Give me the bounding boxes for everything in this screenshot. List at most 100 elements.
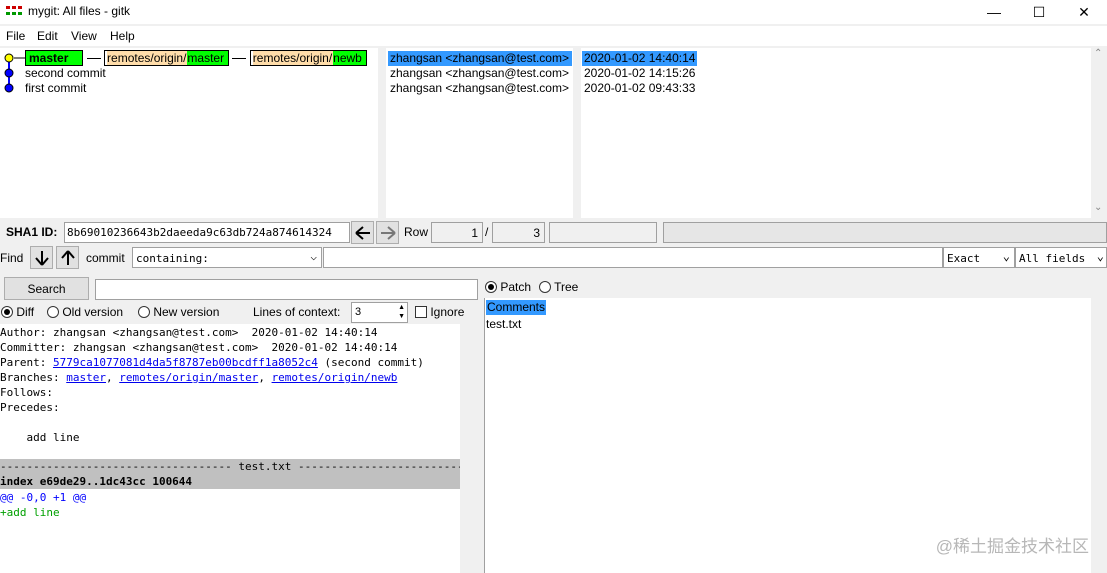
files-scrollbar[interactable] xyxy=(1091,298,1107,573)
close-button[interactable]: ✕ xyxy=(1061,0,1107,24)
new-version-label: New version xyxy=(153,305,220,319)
menu-edit[interactable]: Edit xyxy=(37,29,58,43)
status-field xyxy=(663,222,1107,243)
menu-view[interactable]: View xyxy=(71,29,97,43)
gitk-app-icon xyxy=(6,6,22,15)
scroll-up-icon[interactable]: ⌃ xyxy=(1094,48,1102,59)
commit-author-pane[interactable]: zhangsan <zhangsan@test.com> zhangsan <z… xyxy=(386,48,573,218)
branches-label: Branches: xyxy=(0,371,67,384)
date-cell[interactable]: 2020-01-02 14:15:26 xyxy=(584,66,695,81)
match-exact-select[interactable]: Exact ⌄ xyxy=(943,247,1015,268)
commit-row-selected[interactable]: master remotes/origin/master remotes/ori… xyxy=(25,50,397,66)
parent-line: Parent: 5779ca1077081d4da5f8787eb00bcdff… xyxy=(0,355,424,370)
forward-button[interactable] xyxy=(376,221,399,244)
tree-radio[interactable]: Tree xyxy=(539,280,578,294)
close-icon: ✕ xyxy=(1078,3,1090,20)
precedes-line: Precedes: xyxy=(0,401,60,414)
branch-link-master[interactable]: master xyxy=(66,371,106,384)
author-cell[interactable]: zhangsan <zhangsan@test.com> xyxy=(390,81,569,96)
watermark: @稀土掘金技术社区 xyxy=(935,537,1089,556)
search-input[interactable] xyxy=(95,279,478,300)
date-cell[interactable]: 2020-01-02 09:43:33 xyxy=(584,81,695,96)
patch-radio[interactable]: Patch xyxy=(485,280,531,294)
find-mode-select[interactable]: containing: ⌵ xyxy=(132,247,322,268)
separator: , xyxy=(258,371,272,384)
ignore-label: Ignore xyxy=(430,305,465,319)
ignore-whitespace-checkbox[interactable]: Ignore xyxy=(415,305,464,319)
fields-value: All fields xyxy=(1019,252,1086,265)
comments-item[interactable]: Comments xyxy=(486,300,547,315)
minimize-icon: — xyxy=(987,4,1001,20)
radio-selected-icon xyxy=(1,306,13,318)
scroll-down-icon[interactable]: ⌄ xyxy=(1094,202,1102,213)
new-version-radio[interactable]: New version xyxy=(138,305,219,319)
menu-help[interactable]: Help xyxy=(110,29,135,43)
index-line: index e69de29..1dc43cc 100644 xyxy=(0,474,460,489)
branch-link-origin-master[interactable]: remotes/origin/master xyxy=(119,371,258,384)
old-version-radio[interactable]: Old version xyxy=(47,305,123,319)
pane-sash[interactable] xyxy=(378,48,386,218)
row-label: Row xyxy=(404,225,429,239)
context-label: Lines of context: xyxy=(253,305,341,319)
menu-file[interactable]: File xyxy=(6,29,25,43)
minimize-button[interactable]: — xyxy=(971,0,1017,24)
parent-label: Parent: xyxy=(0,356,53,369)
remote-ref-origin-newb[interactable]: remotes/origin/newb xyxy=(249,50,367,66)
spin-icon[interactable]: ▲ ▼ xyxy=(398,303,405,321)
title-bar: mygit: All files - gitk — ☐ ✕ xyxy=(0,0,1107,24)
radio-icon xyxy=(539,281,551,293)
find-input[interactable] xyxy=(323,247,943,268)
added-line: +add line xyxy=(0,506,60,519)
date-cell-selected[interactable]: 2020-01-02 14:40:14 xyxy=(582,51,698,66)
fields-select[interactable]: All fields ⌄ xyxy=(1015,247,1107,268)
diff-view[interactable]: Author: zhangsan <zhangsan@test.com> 202… xyxy=(0,324,460,573)
pane-sash[interactable] xyxy=(573,48,581,218)
row-separator: / xyxy=(485,225,489,239)
radio-selected-icon xyxy=(485,281,497,293)
arrow-right-icon xyxy=(380,225,396,240)
back-button[interactable] xyxy=(351,221,374,244)
diff-label: Diff xyxy=(16,305,35,319)
branch-ref-master[interactable]: master xyxy=(25,50,84,66)
find-label: Find xyxy=(0,251,24,265)
find-next-button[interactable] xyxy=(30,246,53,269)
search-button[interactable]: Search xyxy=(4,277,89,300)
sha1-input[interactable]: 8b69010236643b2daeeda9c63db724a874614324 xyxy=(64,222,350,243)
hunk-header: @@ -0,0 +1 @@ xyxy=(0,491,87,504)
tree-label: Tree xyxy=(554,280,579,294)
branches-line: Branches: master, remotes/origin/master,… xyxy=(0,370,397,385)
file-item[interactable]: test.txt xyxy=(486,317,521,332)
find-prev-button[interactable] xyxy=(56,246,79,269)
remote-ref-origin-master[interactable]: remotes/origin/master xyxy=(104,50,230,66)
diff-radio[interactable]: Diff xyxy=(1,305,34,319)
parent-sha-link[interactable]: 5779ca1077081d4da5f8787eb00bcdff1a8052c4 xyxy=(53,356,318,369)
separator: , xyxy=(105,371,120,384)
remote-ref-branch: newb xyxy=(333,51,366,65)
menu-bar: File Edit View Help xyxy=(0,26,1107,46)
commit-row[interactable]: first commit xyxy=(25,81,86,96)
diff-scrollbar[interactable] xyxy=(460,324,482,573)
remote-ref-prefix: remotes/origin/ xyxy=(252,51,334,65)
commit-row[interactable]: second commit xyxy=(25,66,106,81)
maximize-button[interactable]: ☐ xyxy=(1016,0,1062,24)
remote-ref-prefix: remotes/origin/ xyxy=(107,51,188,65)
find-type-dropdown[interactable]: commit xyxy=(86,251,125,265)
row-number: 1 xyxy=(431,222,483,243)
find-mode-value: containing: xyxy=(136,252,209,265)
commit-list-scrollbar[interactable]: ⌃ ⌄ xyxy=(1091,48,1107,218)
author-cell[interactable]: zhangsan <zhangsan@test.com> xyxy=(390,66,569,81)
branch-link-origin-newb[interactable]: remotes/origin/newb xyxy=(272,371,398,384)
match-exact-value: Exact xyxy=(947,252,981,265)
author-cell-selected[interactable]: zhangsan <zhangsan@test.com> xyxy=(388,51,572,66)
context-spinbox[interactable]: 3 ▲ ▼ xyxy=(351,302,408,323)
radio-icon xyxy=(47,306,59,318)
arrow-up-icon xyxy=(60,249,75,265)
committer-line: Committer: zhangsan <zhangsan@test.com> … xyxy=(0,341,398,354)
patch-label: Patch xyxy=(500,280,532,294)
arrow-left-icon xyxy=(354,225,370,240)
sha1-label: SHA1 ID: xyxy=(6,225,58,239)
commit-graph-pane[interactable]: master remotes/origin/master remotes/ori… xyxy=(0,48,397,218)
commit-date-pane[interactable]: 2020-01-02 14:40:14 2020-01-02 14:15:26 … xyxy=(581,48,1091,218)
file-header: ----------------------------------- test… xyxy=(0,459,460,474)
window-title: mygit: All files - gitk xyxy=(28,4,131,18)
